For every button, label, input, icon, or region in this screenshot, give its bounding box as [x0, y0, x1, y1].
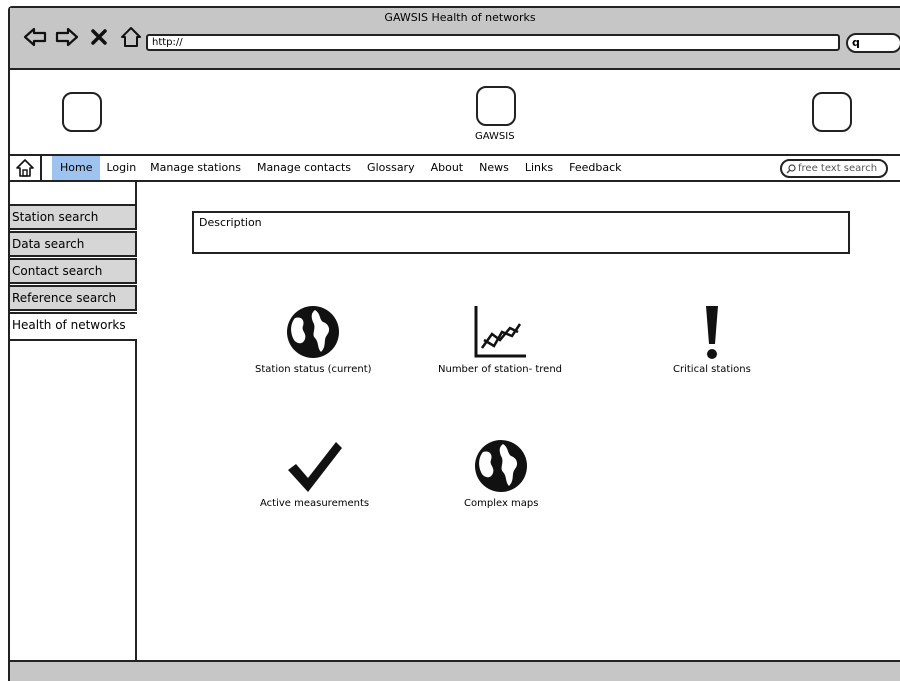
tile-station-trend[interactable]: Number of station- trend: [438, 304, 562, 375]
center-logo-label: GAWSIS: [475, 131, 515, 142]
forward-button[interactable]: [54, 24, 80, 50]
search-icon: q: [852, 36, 860, 49]
menu-item-manage-contacts[interactable]: Manage contacts: [249, 156, 359, 180]
left-logo-placeholder: [62, 92, 102, 132]
main-menu: Home Login Manage stations Manage contac…: [10, 156, 900, 182]
menu-home-icon-button[interactable]: [10, 156, 42, 180]
sidebar-item-station-search[interactable]: Station search: [10, 204, 137, 230]
stop-button[interactable]: [86, 24, 112, 50]
browser-window: GAWSIS Health of networks http:// q GAWS…: [8, 6, 900, 681]
globe-icon: [287, 306, 340, 358]
sidebar-item-contact-search[interactable]: Contact search: [10, 258, 137, 284]
site-header: GAWSIS: [10, 70, 900, 156]
tile-label: Number of station- trend: [438, 364, 563, 375]
trend-chart-icon: [474, 306, 527, 358]
title-bar: GAWSIS Health of networks http:// q: [10, 8, 900, 70]
sidebar-item-reference-search[interactable]: Reference search: [10, 285, 137, 311]
back-button[interactable]: [22, 24, 48, 50]
center-logo-placeholder: [476, 86, 516, 126]
close-icon: [91, 29, 107, 45]
menu-item-feedback[interactable]: Feedback: [561, 156, 629, 180]
menu-item-login[interactable]: Login: [100, 156, 142, 180]
home-button[interactable]: [118, 24, 144, 50]
status-bar: [10, 660, 900, 681]
right-logo-placeholder: [812, 92, 852, 132]
search-icon: [786, 163, 796, 173]
search-placeholder: free text search: [798, 163, 878, 174]
sidebar-divider: [135, 182, 137, 206]
exclamation-icon: [705, 306, 718, 359]
menu-item-manage-stations[interactable]: Manage stations: [142, 156, 249, 180]
sidebar-item-data-search[interactable]: Data search: [10, 231, 137, 257]
tile-critical-stations[interactable]: Critical stations: [673, 304, 751, 375]
home-icon: [16, 159, 34, 177]
browser-search-box[interactable]: q: [846, 33, 900, 53]
menu-item-about[interactable]: About: [423, 156, 472, 180]
menu-item-home[interactable]: Home: [52, 156, 101, 180]
globe-icon: [475, 440, 528, 492]
address-bar[interactable]: http://: [146, 34, 840, 51]
tile-label: Station status (current): [255, 364, 372, 375]
menu-item-links[interactable]: Links: [517, 156, 561, 180]
free-text-search-input[interactable]: free text search: [780, 159, 888, 178]
navigation-buttons: [22, 24, 144, 50]
tile-label: Complex maps: [464, 498, 539, 509]
tile-label: Critical stations: [673, 364, 751, 375]
sidebar-panel: [10, 339, 137, 664]
home-icon: [121, 27, 141, 47]
menu-item-glossary[interactable]: Glossary: [359, 156, 423, 180]
menu-item-news[interactable]: News: [471, 156, 517, 180]
tile-active-measurements[interactable]: Active measurements: [260, 440, 369, 509]
forward-arrow-icon: [55, 27, 79, 47]
tile-label: Active measurements: [260, 498, 370, 509]
tile-complex-maps[interactable]: Complex maps: [464, 438, 538, 509]
sidebar: Station search Data search Contact searc…: [10, 204, 137, 664]
description-box: Description: [192, 211, 850, 254]
checkmark-icon: [287, 442, 342, 492]
window-title: GAWSIS Health of networks: [384, 11, 536, 24]
description-label: Description: [199, 216, 262, 229]
back-arrow-icon: [23, 27, 47, 47]
tile-station-status[interactable]: Station status (current): [255, 304, 372, 375]
sidebar-item-health-of-networks[interactable]: Health of networks: [10, 312, 137, 338]
